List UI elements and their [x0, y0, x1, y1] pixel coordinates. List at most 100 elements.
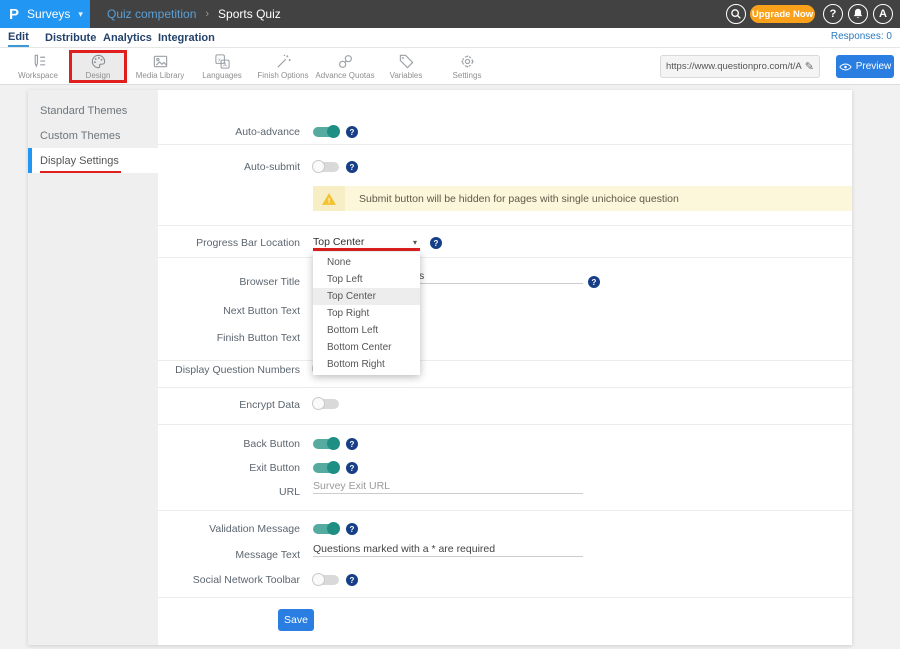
toolbar-item-label: Languages — [202, 71, 242, 80]
bell-icon — [849, 5, 867, 23]
search-icon — [727, 5, 745, 23]
brand-surveys-menu[interactable]: P Surveys ▾ — [0, 0, 90, 28]
exit-url-input[interactable]: Survey Exit URL — [313, 478, 583, 494]
menu-option-bottom-center[interactable]: Bottom Center — [313, 339, 420, 356]
svg-text:!: ! — [328, 197, 330, 204]
toolbar-design-button[interactable]: Design — [69, 50, 127, 83]
chevron-down-icon: ▾ — [413, 238, 417, 247]
auto-submit-help-icon[interactable]: ? — [346, 161, 358, 173]
message-text-value: Questions marked with a * are required — [313, 543, 495, 555]
annotation-underline-display-settings — [40, 171, 121, 173]
toggle-knob — [327, 461, 340, 474]
toolbar-item-label: Workspace — [18, 71, 58, 80]
divider — [158, 360, 852, 361]
responses-count[interactable]: Responses: 0 — [831, 31, 892, 42]
avatar-initial: A — [879, 8, 887, 20]
toolbar-languages-button[interactable]: xA Languages — [193, 50, 251, 83]
search-button[interactable] — [726, 4, 746, 24]
toolbar-item-label: Settings — [453, 71, 482, 80]
workspace-icon — [30, 53, 47, 70]
back-button-label: Back Button — [158, 438, 300, 450]
notifications-button[interactable] — [848, 4, 868, 24]
divider — [158, 257, 852, 258]
sidebar-item-display-settings[interactable]: Display Settings — [28, 148, 158, 173]
toolbar-finish-options-button[interactable]: Finish Options — [254, 50, 312, 83]
display-question-numbers-label: Display Question Numbers — [158, 364, 300, 376]
warning-text: Submit button will be hidden for pages w… — [345, 193, 679, 205]
divider — [158, 144, 852, 145]
toolbar-media-library-button[interactable]: Media Library — [131, 50, 189, 83]
toggle-knob — [327, 125, 340, 138]
product-name: Surveys — [27, 7, 70, 21]
auto-advance-label: Auto-advance — [158, 126, 300, 138]
tab-analytics[interactable]: Analytics — [103, 28, 152, 47]
menu-option-top-right[interactable]: Top Right — [313, 305, 420, 322]
menu-option-bottom-right[interactable]: Bottom Right — [313, 356, 420, 373]
menu-option-bottom-left[interactable]: Bottom Left — [313, 322, 420, 339]
preview-button[interactable]: Preview — [836, 55, 894, 78]
validation-message-help-icon[interactable]: ? — [346, 523, 358, 535]
message-text-input[interactable]: Questions marked with a * are required — [313, 541, 583, 557]
tab-integration[interactable]: Integration — [158, 28, 215, 47]
toolbar-workspace-button[interactable]: Workspace — [9, 50, 67, 83]
toolbar-item-label: Finish Options — [257, 71, 308, 80]
toggle-knob — [327, 522, 340, 535]
sidebar-item-custom-themes[interactable]: Custom Themes — [28, 123, 158, 148]
auto-advance-help-icon[interactable]: ? — [346, 126, 358, 138]
toggle-knob — [312, 573, 325, 586]
account-avatar[interactable]: A — [873, 4, 893, 24]
menu-option-top-center[interactable]: Top Center — [313, 288, 420, 305]
upgrade-now-button[interactable]: Upgrade Now — [750, 5, 815, 23]
sidebar-item-standard-themes[interactable]: Standard Themes — [28, 98, 158, 123]
encrypt-data-label: Encrypt Data — [158, 399, 300, 411]
tab-distribute[interactable]: Distribute — [45, 28, 96, 47]
menu-option-none[interactable]: None — [313, 254, 420, 271]
svg-text:A: A — [223, 63, 227, 69]
chevron-down-icon: ▾ — [78, 9, 83, 20]
annotation-underline-top-center — [313, 248, 420, 251]
edit-url-pencil-icon[interactable]: ✎ — [805, 60, 814, 73]
toolbar-item-label: Variables — [390, 71, 423, 80]
next-button-text-label: Next Button Text — [158, 305, 300, 317]
validation-message-toggle[interactable] — [313, 524, 339, 534]
breadcrumb-folder[interactable]: Quiz competition — [107, 7, 196, 21]
toolbar-settings-button[interactable]: Settings — [438, 50, 496, 83]
survey-url-field[interactable]: https://www.questionpro.com/t/APNrFZ ✎ — [660, 55, 820, 78]
save-button[interactable]: Save — [278, 609, 314, 631]
exit-button-help-icon[interactable]: ? — [346, 462, 358, 474]
toolbar-item-label: Advance Quotas — [315, 71, 374, 80]
browser-title-help-icon[interactable]: ? — [588, 276, 600, 288]
top-bar: P Surveys ▾ Quiz competition › Sports Qu… — [0, 0, 900, 28]
toggle-knob — [312, 397, 325, 410]
help-button[interactable]: ? — [823, 4, 843, 24]
auto-submit-label: Auto-submit — [158, 161, 300, 173]
image-icon — [152, 53, 169, 70]
toolbar-advance-quotas-button[interactable]: Advance Quotas — [316, 50, 374, 83]
menu-option-top-left[interactable]: Top Left — [313, 271, 420, 288]
exit-url-label: URL — [158, 486, 300, 498]
eye-icon — [839, 63, 852, 71]
questionpro-logo-icon: P — [9, 6, 19, 23]
progress-bar-location-menu: None Top Left Top Center Top Right Botto… — [313, 252, 420, 375]
magic-wand-icon — [275, 53, 292, 70]
breadcrumb-separator-icon: › — [205, 8, 209, 20]
divider — [158, 597, 852, 598]
progress-bar-location-label: Progress Bar Location — [158, 237, 300, 249]
exit-button-toggle[interactable] — [313, 463, 339, 473]
social-network-toolbar-help-icon[interactable]: ? — [346, 574, 358, 586]
palette-icon — [90, 53, 107, 70]
back-button-toggle[interactable] — [313, 439, 339, 449]
toolbar-item-label: Media Library — [136, 71, 184, 80]
message-text-label: Message Text — [158, 549, 300, 561]
divider — [158, 424, 852, 425]
toolbar-item-label: Design — [86, 71, 111, 80]
warning-triangle-icon: ! — [321, 192, 337, 206]
social-network-toolbar-toggle[interactable] — [313, 575, 339, 585]
auto-advance-toggle[interactable] — [313, 127, 339, 137]
back-button-help-icon[interactable]: ? — [346, 438, 358, 450]
encrypt-data-toggle[interactable] — [313, 399, 339, 409]
auto-submit-toggle[interactable] — [313, 162, 339, 172]
progress-bar-help-icon[interactable]: ? — [430, 237, 442, 249]
toolbar-variables-button[interactable]: Variables — [377, 50, 435, 83]
tab-edit[interactable]: Edit — [8, 28, 29, 47]
